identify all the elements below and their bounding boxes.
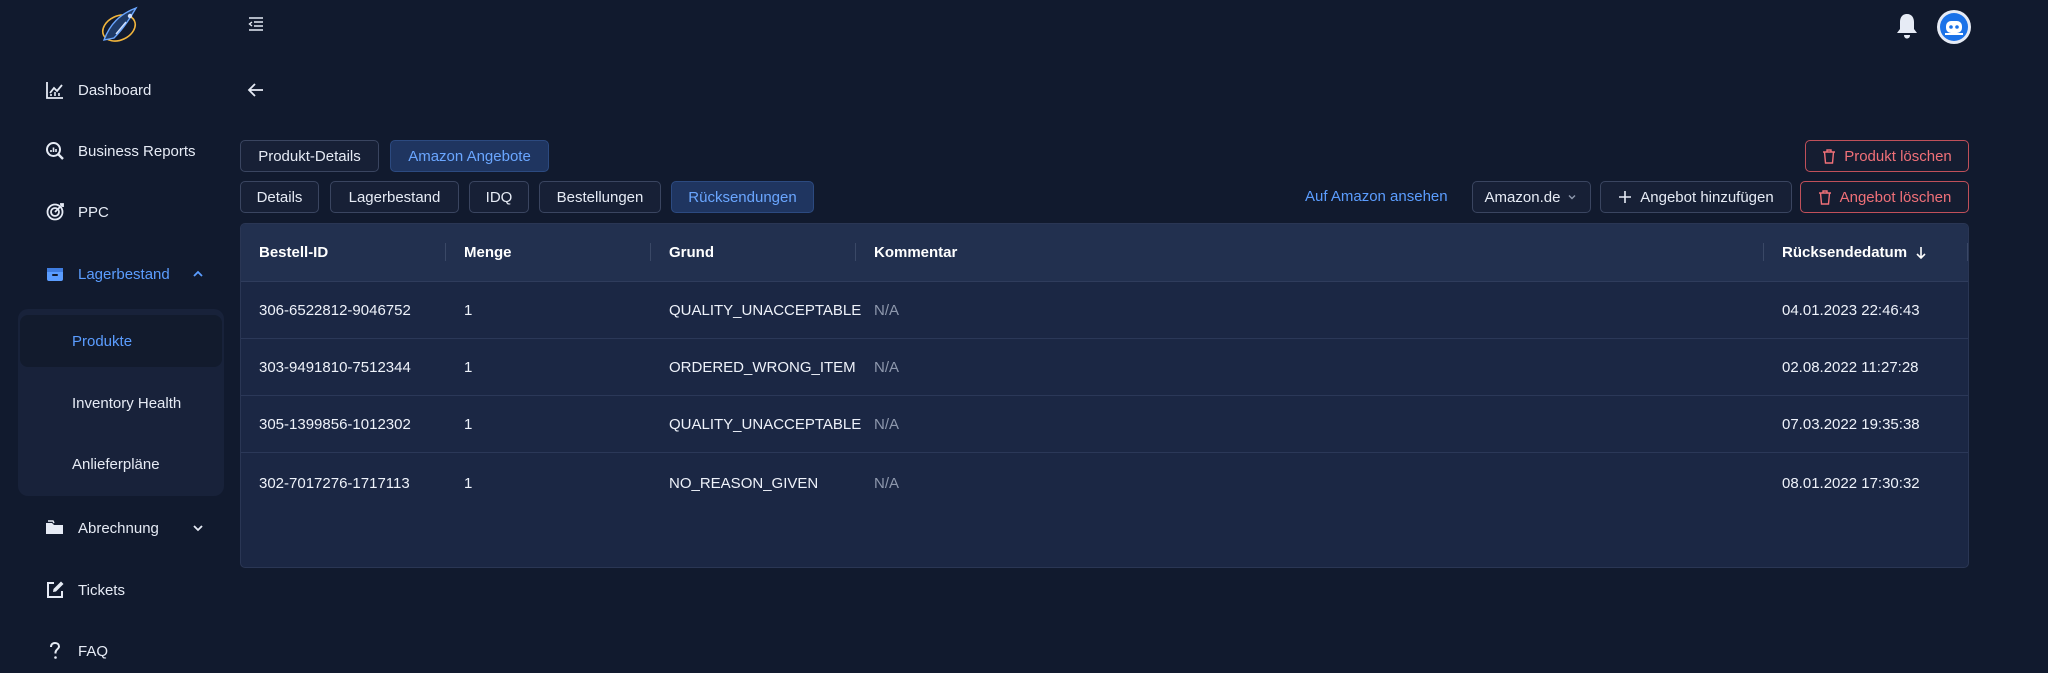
cell-bestell-id: 303-9491810-7512344 — [259, 359, 411, 376]
column-header-ruecksendedatum[interactable]: Rücksendedatum — [1782, 244, 1927, 261]
table-header: Bestell-ID Menge Grund Kommentar Rücksen… — [241, 224, 1968, 282]
cell-menge: 1 — [464, 416, 473, 433]
sidebar-item-label: FAQ — [78, 642, 109, 660]
column-resize-handle[interactable] — [1967, 243, 1968, 261]
column-header-menge[interactable]: Menge — [464, 244, 512, 261]
marketplace-value: Amazon.de — [1484, 188, 1561, 206]
column-header-grund[interactable]: Grund — [669, 244, 714, 261]
sidebar-item-lagerbestand[interactable]: Lagerbestand — [44, 259, 203, 289]
box-icon — [44, 263, 66, 285]
brand-logo[interactable] — [96, 4, 146, 48]
returns-table: Bestell-ID Menge Grund Kommentar Rücksen… — [240, 223, 1969, 568]
angebot-hinzufuegen-label: Angebot hinzufügen — [1640, 188, 1774, 206]
trash-icon — [1818, 189, 1832, 205]
cell-ruecksendedatum: 07.03.2022 19:35:38 — [1782, 416, 1920, 433]
cell-menge: 1 — [464, 302, 473, 319]
menu-toggle-icon[interactable] — [246, 14, 266, 34]
tab-idq[interactable]: IDQ — [469, 181, 529, 213]
cell-grund: ORDERED_WRONG_ITEM — [669, 359, 856, 376]
angebot-loeschen-label: Angebot löschen — [1839, 188, 1952, 206]
table-row[interactable]: 306-6522812-9046752 1 QUALITY_UNACCEPTAB… — [241, 282, 1968, 339]
sidebar-item-ppc[interactable]: PPC — [44, 197, 109, 227]
column-header-label: Rücksendedatum — [1782, 244, 1908, 261]
cell-bestell-id: 306-6522812-9046752 — [259, 302, 411, 319]
angebot-loeschen-button[interactable]: Angebot löschen — [1800, 181, 1969, 213]
table-row[interactable]: 302-7017276-1717113 1 NO_REASON_GIVEN N/… — [241, 453, 1968, 510]
sidebar-subitem-inventory-health[interactable]: Inventory Health — [20, 377, 222, 429]
cell-kommentar: N/A — [874, 359, 900, 376]
sidebar-subitem-anlieferplaene[interactable]: Anlieferpläne — [20, 438, 222, 490]
sidebar-subitem-produkte[interactable]: Produkte — [20, 315, 222, 367]
chevron-up-icon[interactable] — [190, 266, 206, 282]
sidebar-item-faq[interactable]: FAQ — [44, 636, 108, 666]
sidebar-item-label: PPC — [78, 203, 109, 221]
angebot-hinzufuegen-button[interactable]: Angebot hinzufügen — [1600, 181, 1792, 213]
tab-lagerbestand[interactable]: Lagerbestand — [330, 181, 459, 213]
search-report-icon — [44, 140, 66, 162]
cell-ruecksendedatum: 08.01.2022 17:30:32 — [1782, 475, 1920, 492]
tab-bestellungen[interactable]: Bestellungen — [539, 181, 661, 213]
cell-kommentar: N/A — [874, 475, 900, 492]
sidebar-item-business-reports[interactable]: Business Reports — [44, 136, 196, 166]
chart-line-icon — [44, 79, 66, 101]
cell-menge: 1 — [464, 359, 473, 376]
back-arrow-icon[interactable] — [246, 80, 266, 100]
produkt-loeschen-button[interactable]: Produkt löschen — [1805, 140, 1969, 172]
cell-ruecksendedatum: 02.08.2022 11:27:28 — [1782, 359, 1919, 376]
sidebar-item-tickets[interactable]: Tickets — [44, 575, 125, 605]
sidebar-item-label: Dashboard — [78, 81, 152, 99]
table-row[interactable]: 303-9491810-7512344 1 ORDERED_WRONG_ITEM… — [241, 339, 1968, 396]
chevron-down-icon[interactable] — [190, 520, 206, 536]
produkt-loeschen-label: Produkt löschen — [1844, 147, 1952, 165]
marketplace-select[interactable]: Amazon.de — [1472, 181, 1591, 213]
cell-grund: NO_REASON_GIVEN — [669, 475, 819, 492]
column-resize-handle[interactable] — [650, 243, 651, 261]
auf-amazon-ansehen-link[interactable]: Auf Amazon ansehen — [1305, 188, 1448, 205]
column-resize-handle[interactable] — [855, 243, 856, 261]
cell-ruecksendedatum: 04.01.2023 22:46:43 — [1782, 302, 1920, 319]
chevron-down-icon — [1566, 191, 1578, 203]
sidebar: Dashboard Business Reports PPC Lagerbest… — [0, 0, 240, 673]
bell-icon[interactable] — [1894, 12, 1920, 40]
cell-kommentar: N/A — [874, 416, 900, 433]
sidebar-item-label: Abrechnung — [78, 519, 159, 537]
column-resize-handle[interactable] — [1763, 243, 1764, 261]
cell-grund: QUALITY_UNACCEPTABLE — [669, 302, 862, 319]
avatar[interactable] — [1937, 10, 1971, 44]
sidebar-item-label: Tickets — [78, 581, 125, 599]
column-header-kommentar[interactable]: Kommentar — [874, 244, 957, 261]
tab-amazon-angebote[interactable]: Amazon Angebote — [390, 140, 549, 172]
sidebar-item-abrechnung[interactable]: Abrechnung — [44, 513, 203, 543]
target-icon — [44, 201, 66, 223]
sidebar-item-label: Lagerbestand — [78, 265, 170, 283]
plus-icon — [1618, 190, 1632, 204]
tab-produkt-details[interactable]: Produkt-Details — [240, 140, 379, 172]
column-resize-handle[interactable] — [445, 243, 446, 261]
cell-grund: QUALITY_UNACCEPTABLE — [669, 416, 862, 433]
sidebar-item-dashboard[interactable]: Dashboard — [44, 75, 151, 105]
cell-menge: 1 — [464, 475, 473, 492]
table-row[interactable]: 305-1399856-1012302 1 QUALITY_UNACCEPTAB… — [241, 396, 1968, 453]
sidebar-item-label: Business Reports — [78, 142, 196, 160]
sort-descending-icon[interactable] — [1915, 246, 1927, 260]
trash-icon — [1822, 148, 1836, 164]
column-header-bestell-id[interactable]: Bestell-ID — [259, 244, 328, 261]
lagerbestand-submenu: Produkte Inventory Health Anlieferpläne — [18, 309, 224, 496]
tab-ruecksendungen[interactable]: Rücksendungen — [671, 181, 814, 213]
cell-bestell-id: 305-1399856-1012302 — [259, 416, 411, 433]
folder-icon — [44, 517, 66, 539]
edit-icon — [44, 579, 66, 601]
question-icon — [44, 640, 66, 662]
tab-details[interactable]: Details — [240, 181, 319, 213]
cell-bestell-id: 302-7017276-1717113 — [259, 475, 410, 492]
cell-kommentar: N/A — [874, 302, 900, 319]
